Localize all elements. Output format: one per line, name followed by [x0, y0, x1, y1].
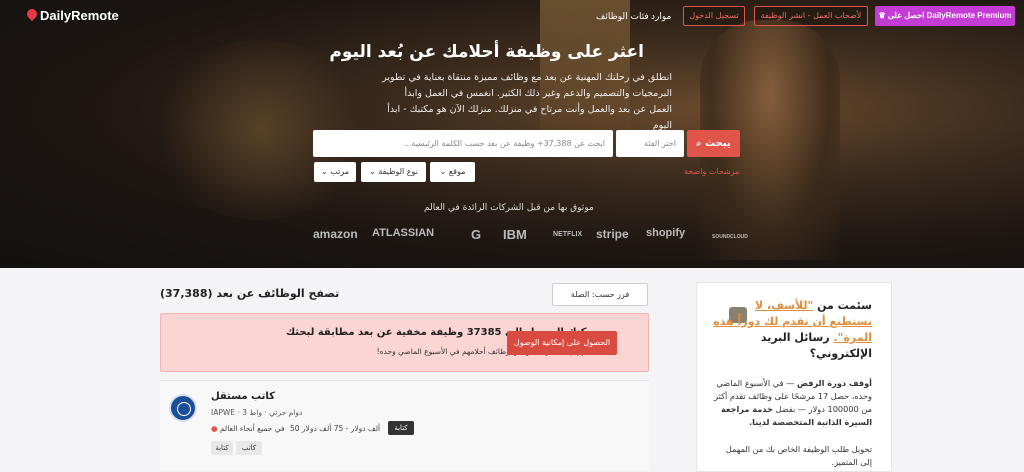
brand-stripe: stripe — [596, 227, 629, 241]
job-meta: IAPWE · دوام جزئي · واط 3 — [211, 408, 303, 417]
sidebar-heading: سئمت من "للأسف، لا نستطيع أن نقدم لك دور… — [712, 298, 872, 362]
resume-review-card: سئمت من "للأسف، لا نستطيع أن نقدم لك دور… — [696, 282, 892, 472]
hero-title: اعثر على وظيفة أحلامك عن بُعد اليوم — [329, 42, 644, 62]
logo-text: DailyRemote — [40, 8, 119, 23]
hero-subtitle: انطلق في رحلتك المهنية عن بعد مع وظائف م… — [382, 72, 672, 131]
category-select[interactable]: اختر الفئة — [616, 130, 684, 157]
sort-dropdown[interactable]: فرز حسب: الصلة — [552, 283, 648, 306]
location-pin-icon: ● — [211, 424, 218, 433]
login-button[interactable]: تسجيل الدخول — [683, 6, 745, 26]
filter-location-label: موقع — [448, 167, 466, 176]
crown-icon: ♛ — [878, 11, 886, 20]
hidden-jobs-banner: يمكنك الوصول إلى 37385 وظيفة مخفية عن بع… — [160, 313, 649, 372]
filter-salary-label: مرتب — [330, 167, 350, 176]
premium-button[interactable]: ♛ احصل على DailyRemote Premium — [875, 6, 1015, 26]
chevron-down-icon: ⌄ — [320, 167, 328, 176]
brand-atlassian: ATLASSIAN — [372, 227, 435, 239]
job-card[interactable]: كاتب مستقل IAPWE · دوام جزئي · واط 3 كتا… — [160, 380, 649, 470]
search-icon: ⌕ — [696, 139, 702, 149]
site-logo[interactable]: DailyRemote — [27, 8, 119, 23]
search-input[interactable]: ابحث عن 37,388+ وظيفة عن بعد حسب الكلمة … — [313, 130, 613, 157]
sidebar-paragraph-2: تحويل طلب الوظيفة الخاص بك من المهمل إلى… — [725, 444, 872, 467]
search-button-label: يبحث — [704, 138, 731, 149]
category-tag[interactable]: كتابة — [388, 421, 414, 435]
location-pin-icon — [27, 9, 37, 22]
nav-job-categories[interactable]: فئات الوظائف — [596, 12, 649, 22]
sidebar-paragraph: أوقف دورة الرفض — في الأسبوع الماضي وحده… — [712, 377, 872, 429]
get-access-button[interactable]: الحصول على إمكانية الوصول — [507, 331, 617, 355]
brand-soundcloud: SOUNDCLOUD — [712, 234, 748, 240]
company-name: IAPWE — [211, 408, 236, 417]
filter-job-type-label: نوع الوظيفة — [378, 167, 418, 176]
search-button[interactable]: يبحث ⌕ — [687, 130, 740, 157]
heading-pre: سئمت من — [817, 299, 872, 312]
tag-writer[interactable]: كاتب — [236, 441, 262, 455]
tag-writing[interactable]: كتابة — [211, 441, 233, 455]
listing-heading: تصفح الوظائف عن بعد (37,388) — [160, 287, 340, 300]
hero-section: DailyRemote موارد فئات الوظائف تسجيل الد… — [0, 0, 1024, 268]
job-type: دوام جزئي — [269, 408, 303, 417]
chevron-down-icon: ⌄ — [439, 167, 447, 176]
filter-job-type[interactable]: نوع الوظيفة ⌄ — [361, 162, 426, 182]
salary-range: ألف دولار - 75 ألف دولار 50 — [290, 424, 381, 433]
posted-time: واط 3 — [242, 408, 262, 417]
brand-ibm: IBM — [503, 227, 527, 242]
clear-filters-link[interactable]: مرشحات واضحة — [684, 167, 739, 176]
brand-amazon: amazon — [313, 227, 358, 241]
location-text: في جميع أنحاء العالم — [219, 424, 285, 433]
post-job-button[interactable]: لأصحاب العمل - انشر الوظيفة — [754, 6, 868, 26]
company-logo — [169, 394, 197, 422]
filter-location[interactable]: موقع ⌄ — [430, 162, 475, 182]
job-location: ● في جميع أنحاء العالم — [211, 424, 285, 433]
brand-netflix: NETFLIX — [553, 231, 583, 238]
para-bold-1: أوقف دورة الرفض — [796, 378, 872, 388]
nav-resources[interactable]: موارد — [651, 12, 671, 22]
premium-label: احصل على DailyRemote Premium — [887, 11, 1012, 20]
brand-google: G — [471, 227, 482, 242]
job-title[interactable]: كاتب مستقل — [211, 391, 275, 402]
filter-salary[interactable]: مرتب ⌄ — [314, 162, 356, 182]
brand-shopify: shopify — [646, 227, 686, 239]
trusted-by-text: موثوق بها من قبل الشركات الرائدة في العا… — [424, 203, 594, 213]
chevron-down-icon: ⌄ — [369, 167, 376, 176]
